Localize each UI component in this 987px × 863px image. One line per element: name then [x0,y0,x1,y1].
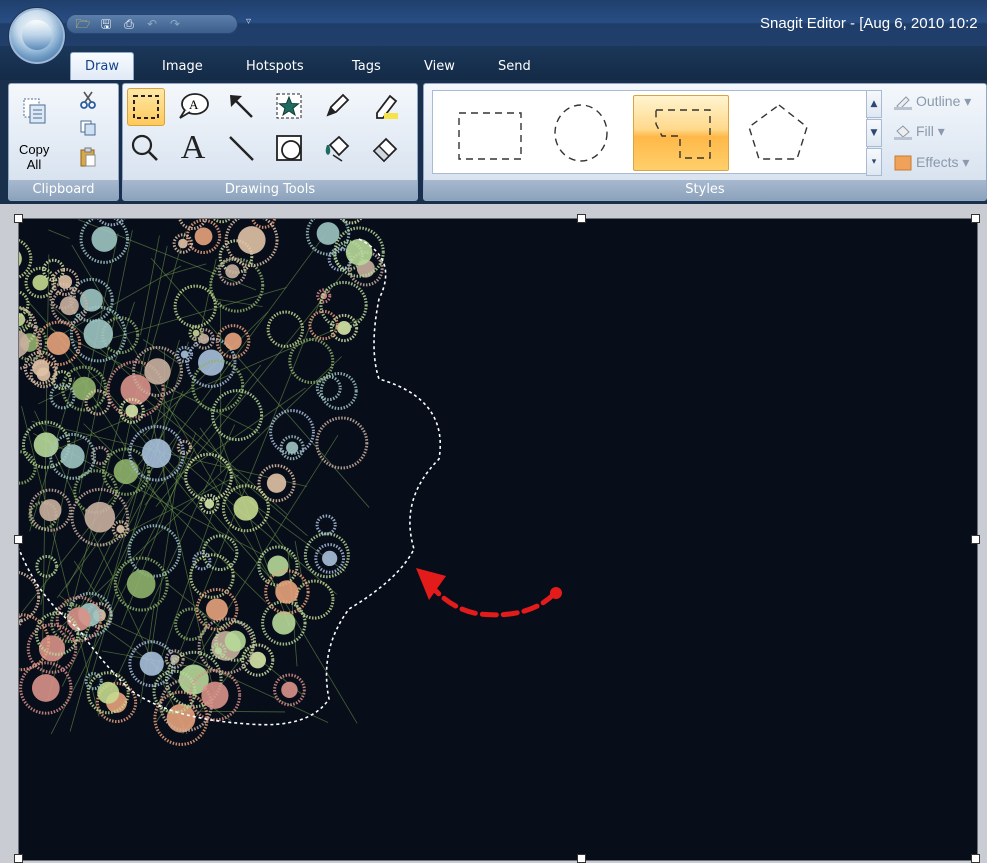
outline-dropdown[interactable]: Outline ▾ [894,90,971,112]
copy-all-label: Copy All [19,142,49,172]
callout-tool-button[interactable]: A [175,88,211,124]
tab-draw[interactable]: Draw [70,52,134,81]
undo-icon[interactable]: ↶ [144,17,160,31]
title-bar: 🗁 🖫 ⎙ ↶ ↷ ▿ Snagit Editor - [Aug 6, 2010… [0,0,987,65]
cut-icon [80,91,96,109]
styles-group: ▲ ▼ ▾ Outline ▾ Fill ▾ Effects ▾ Styles [423,83,987,201]
line-tool-icon [229,136,254,161]
fill-bucket-icon [894,125,912,141]
open-folder-icon[interactable]: 🗁 [75,17,91,31]
line-tool-button[interactable] [223,130,259,166]
highlight-tool-button[interactable] [367,88,403,124]
copy-button[interactable] [77,117,99,139]
tab-view[interactable]: View [424,56,455,78]
shape-tool-icon [276,135,302,161]
gallery-scroll-down-button[interactable]: ▼ [866,119,882,147]
ribbon-tabs: Draw Image Hotspots Tags View Send [0,46,987,81]
arrow-tool-button[interactable] [223,88,259,124]
resize-handle-bottom[interactable] [577,854,586,863]
text-tool-button[interactable]: A [175,130,211,166]
copy-all-icon [23,98,46,124]
styles-group-label: Styles [424,180,986,200]
dashed-freehand-icon [655,109,711,159]
tab-hotspots[interactable]: Hotspots [246,56,304,78]
selection-tool-icon [133,95,159,119]
redo-icon[interactable]: ↷ [167,17,183,31]
style-ellipse-dashed[interactable] [537,95,631,169]
effects-icon [894,155,912,171]
clipboard-group-label: Clipboard [9,180,118,200]
tab-tags[interactable]: Tags [352,56,381,78]
resize-handle-top-right[interactable] [971,214,980,223]
resize-handle-top[interactable] [577,214,586,223]
gallery-scroll: ▲ ▼ ▾ [866,90,882,176]
resize-handle-bottom-left[interactable] [14,854,23,863]
drawing-tools-group: A A Drawing Tools [122,83,418,201]
shape-tool-button[interactable] [271,130,307,166]
zoom-tool-button[interactable] [127,130,163,166]
bubble-artwork [19,219,562,746]
dashed-ellipse-icon [554,104,608,162]
pen-tool-icon [326,93,350,117]
arrow-tool-icon [230,95,253,118]
ribbon: Copy All Clipboard A A Drawing Tools ▲ ▼… [0,80,987,204]
stamp-tool-icon [276,93,302,119]
app-orb-icon [22,20,52,50]
erase-tool-button[interactable] [367,130,403,166]
style-freehand-dashed[interactable] [633,95,729,171]
zoom-tool-icon [131,134,158,161]
copy-all-label-line1: Copy [19,142,50,157]
fill-dropdown[interactable]: Fill ▾ [894,120,945,142]
window-title: Snagit Editor - [Aug 6, 2010 10:2 [760,15,978,32]
dashed-rectangle-icon [458,112,522,160]
gallery-scroll-up-button[interactable]: ▲ [866,90,882,118]
style-polygon-dashed[interactable] [729,95,823,169]
drawing-tools-group-label: Drawing Tools [123,180,417,200]
cut-button[interactable] [77,89,99,111]
style-rectangle-dashed[interactable] [441,95,535,169]
stamp-tool-button[interactable] [271,88,307,124]
print-icon[interactable]: ⎙ [121,17,137,31]
svg-text:A: A [189,97,199,112]
pen-tool-button[interactable] [319,88,355,124]
resize-handle-left[interactable] [14,535,23,544]
gallery-expand-button[interactable]: ▾ [866,148,882,176]
captured-image[interactable] [18,218,978,861]
paste-icon [80,147,96,167]
clipboard-group: Copy All Clipboard [8,83,119,201]
save-icon[interactable]: 🖫 [98,17,114,31]
styles-gallery [432,90,868,174]
outline-label: Outline [916,93,961,109]
paste-button[interactable] [77,144,99,170]
resize-handle-top-left[interactable] [14,214,23,223]
tab-image[interactable]: Image [162,56,203,78]
effects-label: Effects [916,154,959,170]
erase-tool-icon [372,137,398,163]
copy-all-label-line2: All [26,157,42,172]
customize-quick-access-icon[interactable]: ▿ [246,16,251,27]
dashed-pentagon-icon [748,104,808,160]
callout-tool-icon: A [179,93,209,119]
fill-label: Fill [916,123,934,139]
resize-handle-bottom-right[interactable] [971,854,980,863]
text-tool-icon: A [180,129,206,166]
copy-icon [80,120,96,136]
fill-tool-icon [325,135,350,162]
tab-send[interactable]: Send [498,56,531,78]
fill-tool-button[interactable] [319,130,355,166]
selection-tool-button[interactable] [127,88,165,126]
application-menu-button[interactable] [8,7,66,65]
copy-all-button[interactable] [21,92,49,130]
outline-pen-icon [894,96,912,111]
highlight-tool-icon [376,94,398,119]
editor-canvas [0,204,987,863]
resize-handle-right[interactable] [971,535,980,544]
effects-dropdown[interactable]: Effects ▾ [894,151,969,173]
quick-access-toolbar: 🗁 🖫 ⎙ ↶ ↷ [66,14,238,34]
